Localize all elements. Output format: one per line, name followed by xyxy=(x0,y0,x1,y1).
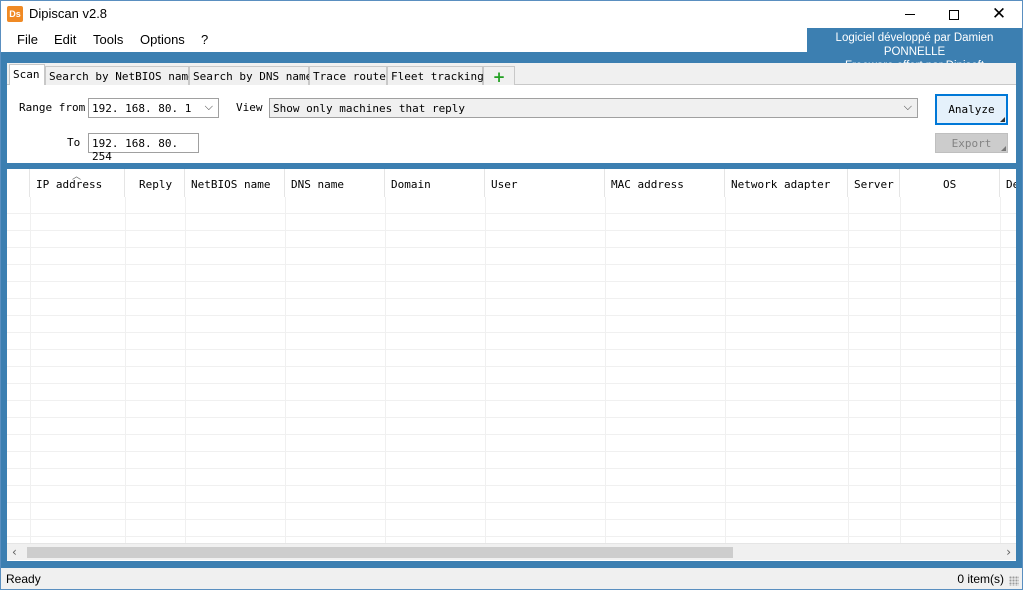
range-from-value: 192. 168. 80. 1 xyxy=(92,102,192,115)
chevron-down-icon: ⌵ xyxy=(903,100,912,113)
scroll-right-icon[interactable]: › xyxy=(1006,544,1011,561)
corner-marker-icon xyxy=(1001,146,1006,151)
export-button[interactable]: Export xyxy=(935,133,1008,153)
tab-search-dns[interactable]: Search by DNS name xyxy=(189,66,312,85)
results-grid[interactable]: ︿ IP address Reply NetBIOS name DNS name… xyxy=(7,169,1016,561)
chevron-down-icon: ⌵ xyxy=(204,100,213,113)
grid-column-divider xyxy=(30,197,31,543)
grid-column-divider xyxy=(185,197,186,543)
column-header-user[interactable]: User xyxy=(485,169,605,197)
column-header-reply[interactable]: Reply xyxy=(125,169,185,197)
menu-bar: File Edit Tools Options ? xyxy=(1,28,807,52)
column-header-netbios-name[interactable]: NetBIOS name xyxy=(185,169,285,197)
empty-grid-row xyxy=(7,452,1016,469)
empty-grid-row xyxy=(7,282,1016,299)
maximize-button[interactable] xyxy=(931,1,977,28)
credits-banner: Logiciel développé par Damien PONNELLE F… xyxy=(807,28,1022,72)
view-label: View xyxy=(236,101,263,114)
view-select-value: Show only machines that reply xyxy=(273,102,466,115)
app-window: Ds Dipiscan v2.8 ✕ File Edit Tools Optio… xyxy=(0,0,1023,590)
grid-column-divider xyxy=(125,197,126,543)
empty-grid-row xyxy=(7,469,1016,486)
scroll-left-icon[interactable]: ‹ xyxy=(12,544,17,561)
tab-search-netbios[interactable]: Search by NetBIOS name xyxy=(45,66,195,85)
empty-grid-row xyxy=(7,248,1016,265)
grid-column-divider xyxy=(285,197,286,543)
menu-edit[interactable]: Edit xyxy=(54,32,76,47)
close-button[interactable]: ✕ xyxy=(976,1,1022,28)
empty-grid-row xyxy=(7,333,1016,350)
dipiscan-app-icon: Ds xyxy=(7,6,23,22)
status-bar: Ready 0 item(s) xyxy=(1,568,1022,589)
window-title: Dipiscan v2.8 xyxy=(29,6,108,21)
empty-grid-row xyxy=(7,384,1016,401)
resize-grip-icon[interactable] xyxy=(1009,576,1019,586)
menu-file[interactable]: File xyxy=(17,32,38,47)
grid-column-divider xyxy=(485,197,486,543)
scrollbar-thumb[interactable] xyxy=(27,547,733,558)
scan-panel: Scan Search by NetBIOS name Search by DN… xyxy=(7,63,1016,163)
grid-column-divider xyxy=(900,197,901,543)
column-header-mac-address[interactable]: MAC address xyxy=(605,169,725,197)
tab-strip: Scan Search by NetBIOS name Search by DN… xyxy=(7,63,1016,86)
horizontal-scrollbar[interactable]: ‹ › xyxy=(7,543,1016,560)
tab-scan[interactable]: Scan xyxy=(9,64,45,86)
empty-grid-row xyxy=(7,367,1016,384)
status-text: Ready xyxy=(6,572,41,586)
empty-grid-row xyxy=(7,503,1016,520)
empty-grid-row xyxy=(7,520,1016,537)
empty-grid-row xyxy=(7,265,1016,282)
plus-icon[interactable]: + xyxy=(483,66,515,85)
empty-grid-row xyxy=(7,214,1016,231)
empty-grid-row xyxy=(7,197,1016,214)
grid-column-divider xyxy=(1000,197,1001,543)
column-header-label: IP address xyxy=(36,178,103,191)
empty-grid-row xyxy=(7,350,1016,367)
empty-grid-row xyxy=(7,418,1016,435)
grid-column-divider xyxy=(725,197,726,543)
grid-column-divider xyxy=(605,197,606,543)
column-header-dns-name[interactable]: DNS name xyxy=(285,169,385,197)
credits-line-1: Logiciel développé par Damien PONNELLE xyxy=(835,32,994,58)
grid-header: ︿ IP address Reply NetBIOS name DNS name… xyxy=(7,169,1016,197)
empty-grid-row xyxy=(7,401,1016,418)
analyze-button[interactable]: Analyze xyxy=(935,94,1008,125)
row-selector-header xyxy=(7,169,30,197)
menu-tools[interactable]: Tools xyxy=(93,32,123,47)
range-to-input[interactable]: 192. 168. 80. 254 xyxy=(88,133,199,163)
close-icon: ✕ xyxy=(991,4,1007,24)
empty-grid-row xyxy=(7,299,1016,316)
tab-fleet-tracking[interactable]: Fleet tracking xyxy=(387,66,484,85)
maximize-icon xyxy=(949,9,959,20)
empty-grid-row xyxy=(7,316,1016,333)
empty-grid-row xyxy=(7,486,1016,503)
range-from-label: Range from xyxy=(19,101,86,114)
column-header-network-adapter[interactable]: Network adapter xyxy=(725,169,848,197)
column-header-server[interactable]: Server xyxy=(848,169,900,197)
analyze-button-label: Analyze xyxy=(948,103,995,116)
title-bar[interactable]: Ds Dipiscan v2.8 ✕ xyxy=(1,1,1022,28)
view-select[interactable]: Show only machines that reply ⌵ xyxy=(269,98,918,118)
sort-ascending-icon: ︿ xyxy=(72,172,82,182)
corner-marker-icon xyxy=(1000,117,1005,122)
item-count: 0 item(s) xyxy=(957,572,1004,586)
to-label: To xyxy=(67,136,81,149)
export-button-label: Export xyxy=(951,137,992,150)
empty-grid-row xyxy=(7,435,1016,452)
minimize-icon xyxy=(905,14,915,15)
column-header-os[interactable]: OS xyxy=(900,169,1000,197)
column-header-domain[interactable]: Domain xyxy=(385,169,485,197)
tab-trace-route[interactable]: Trace route xyxy=(309,66,387,85)
menu-options[interactable]: Options xyxy=(140,32,185,47)
column-header-ip-address[interactable]: ︿ IP address xyxy=(30,169,125,197)
column-header-description[interactable]: De xyxy=(1000,169,1016,197)
empty-grid-row xyxy=(7,231,1016,248)
minimize-button[interactable] xyxy=(887,1,933,28)
menu-help[interactable]: ? xyxy=(201,32,208,47)
grid-column-divider xyxy=(385,197,386,543)
range-from-input[interactable]: 192. 168. 80. 1 ⌵ xyxy=(88,98,219,118)
grid-column-divider xyxy=(848,197,849,543)
scan-tab-body: Range from 192. 168. 80. 1 ⌵ To 192. 168… xyxy=(7,85,1016,163)
